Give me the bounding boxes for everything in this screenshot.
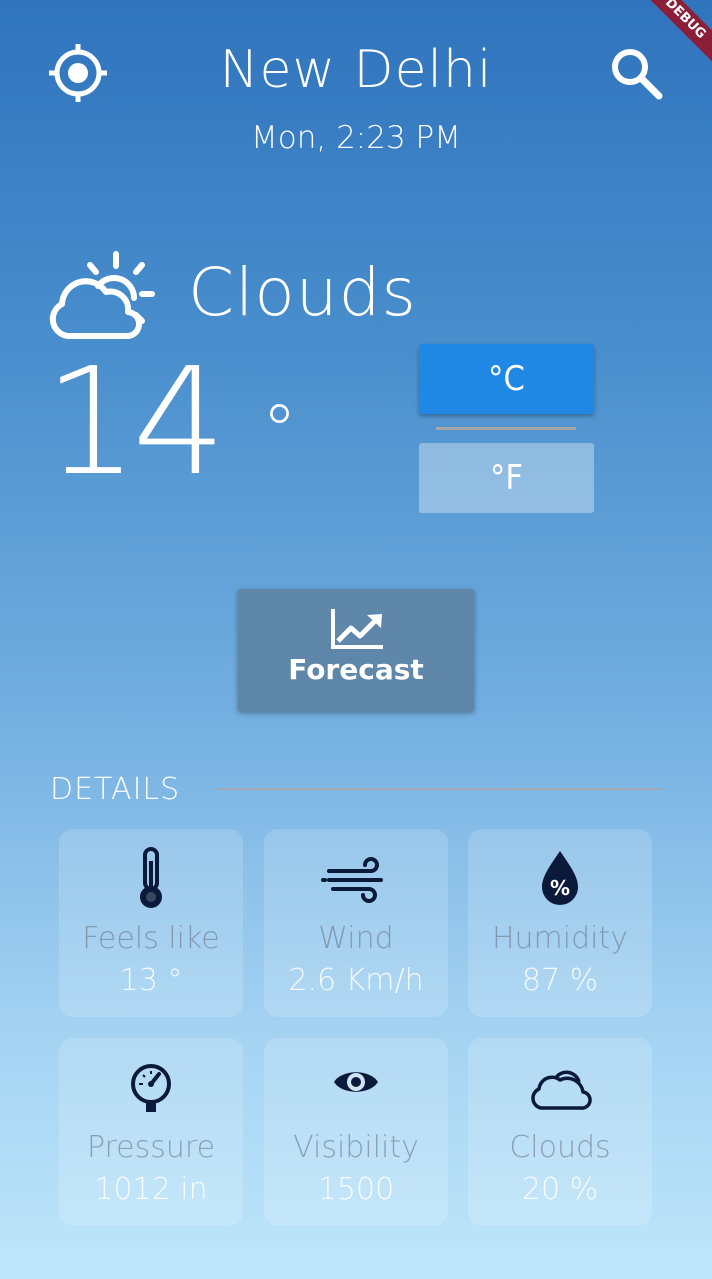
detail-label: Wind (318, 921, 394, 956)
weather-condition: Clouds (46, 250, 466, 342)
details-heading: DETAILS (50, 772, 181, 807)
eye-icon (334, 1072, 378, 1092)
condition-label: Clouds (188, 254, 417, 331)
svg-text:%: % (550, 876, 570, 900)
detail-value: 20 % (521, 1172, 599, 1207)
detail-card-humidity: % Humidity 87 % (468, 829, 652, 1017)
city-name: New Delhi (219, 40, 493, 100)
detail-value: 1012 in (94, 1172, 208, 1207)
top-bar: New Delhi Mon, 2:23 PM (0, 0, 712, 170)
search-button[interactable] (608, 45, 666, 103)
detail-value: 1500 (317, 1172, 395, 1207)
detail-label: Clouds (509, 1130, 611, 1165)
cloud-icon (531, 1070, 592, 1110)
detail-value: 87 % (521, 963, 599, 998)
forecast-label: Forecast (288, 653, 424, 686)
detail-value: 2.6 Km/h (288, 963, 424, 998)
detail-label: Pressure (86, 1130, 216, 1165)
trending-up-chart-icon (331, 609, 383, 649)
forecast-button[interactable]: Forecast (238, 589, 474, 711)
detail-card-pressure: Pressure 1012 in (59, 1038, 243, 1226)
fahrenheit-button[interactable]: °F (419, 443, 594, 513)
pressure-gauge-icon (131, 1064, 171, 1112)
date-time: Mon, 2:23 PM (251, 120, 461, 156)
detail-card-feels-like: Feels like 13 ° (59, 829, 243, 1017)
detail-label: Visibility (293, 1130, 419, 1165)
detail-card-clouds: Clouds 20 % (468, 1038, 652, 1226)
details-divider (218, 788, 662, 790)
unit-divider (436, 427, 576, 430)
thermometer-icon (140, 847, 162, 908)
temperature-value: 14 (44, 336, 226, 508)
detail-label: Humidity (491, 921, 629, 956)
detail-value: 13 ° (119, 963, 183, 998)
detail-label: Feels like (82, 921, 220, 956)
detail-card-visibility: Visibility 1500 (264, 1038, 448, 1226)
wind-icon (321, 857, 383, 903)
degree-symbol: ° (262, 390, 297, 472)
partly-cloudy-day-icon (49, 251, 155, 340)
search-icon (612, 49, 663, 100)
detail-card-wind: Wind 2.6 Km/h (264, 829, 448, 1017)
celsius-button[interactable]: °C (419, 344, 594, 414)
humidity-drop-icon: % (542, 851, 578, 905)
